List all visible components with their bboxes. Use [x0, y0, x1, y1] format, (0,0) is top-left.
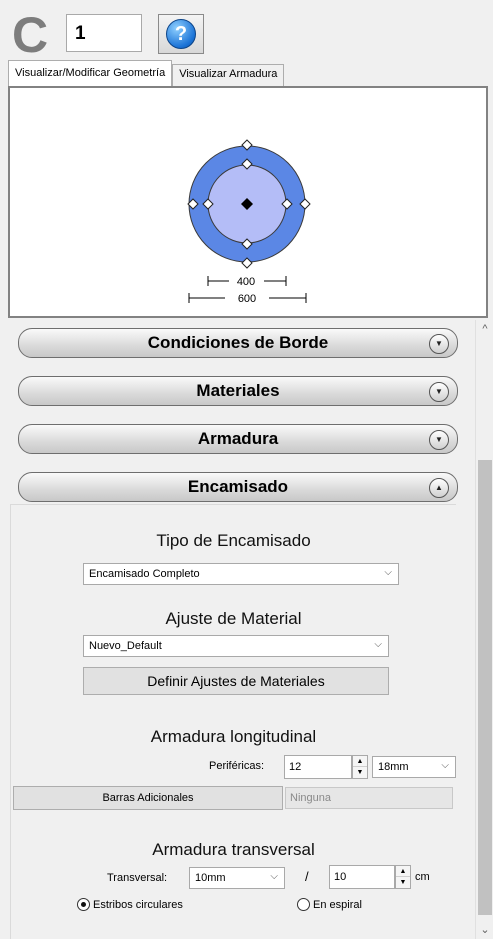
stepper-up-icon[interactable]: ▲ — [353, 756, 367, 767]
scroll-down-icon[interactable]: ⌄ — [476, 921, 493, 939]
spacing-unit: cm — [415, 871, 430, 883]
section-label: Materiales — [196, 381, 280, 400]
ajuste-material-value: Nuevo_Default — [89, 640, 162, 652]
radio-selected-icon — [77, 898, 90, 911]
stepper-down-icon[interactable]: ▼ — [396, 877, 410, 888]
armadura-transversal-heading: Armadura transversal — [152, 840, 315, 859]
radio-unselected-icon — [297, 898, 310, 911]
chevron-down-icon: ⌵ — [270, 871, 278, 882]
tipo-encamisado-heading: Tipo de Encamisado — [156, 531, 311, 550]
radio-label: En espiral — [313, 898, 362, 911]
tab-geometry[interactable]: Visualizar/Modificar Geometría — [8, 60, 173, 86]
chevron-down-icon: ▼ — [429, 382, 449, 402]
transversal-label: Transversal: — [107, 872, 168, 884]
stepper-down-icon[interactable]: ▼ — [353, 767, 367, 778]
vertical-scrollbar[interactable]: ^ ⌄ — [475, 320, 493, 939]
barras-adicionales-button[interactable]: Barras Adicionales — [13, 786, 283, 810]
perifericas-count-input[interactable]: 12 — [284, 755, 352, 779]
tipo-encamisado-select[interactable]: Encamisado Completo ⌵ — [83, 563, 399, 585]
ajuste-material-select[interactable]: Nuevo_Default ⌵ — [83, 635, 389, 657]
chevron-down-icon: ▼ — [429, 430, 449, 450]
radio-estribos-circulares[interactable]: Estribos circulares — [77, 898, 183, 911]
scroll-thumb[interactable] — [478, 460, 492, 915]
element-id-field[interactable]: 1 — [66, 14, 142, 52]
spacing-input[interactable]: 10 — [329, 865, 395, 889]
section-label: Armadura — [197, 429, 279, 448]
armadura-longitudinal-heading: Armadura longitudinal — [150, 727, 317, 746]
transversal-diameter-value: 10mm — [195, 872, 226, 884]
section-encamisado[interactable]: Encamisado ▲ — [18, 472, 458, 502]
ajuste-material-heading: Ajuste de Material — [165, 609, 302, 628]
spacing-separator: / — [305, 869, 309, 884]
tab-reinforcement[interactable]: Visualizar Armadura — [172, 64, 285, 86]
properties-scroll-area: Condiciones de Borde ▼ Materiales ▼ Arma… — [8, 320, 493, 939]
perifericas-label: Periféricas: — [209, 760, 265, 772]
chevron-down-icon: ⌵ — [384, 567, 392, 578]
definir-ajustes-button[interactable]: Definir Ajustes de Materiales — [83, 667, 389, 695]
outer-dimension-label: 600 — [238, 293, 256, 305]
section-label: Encamisado — [187, 477, 289, 496]
perifericas-diameter-select[interactable]: 18mm ⌵ — [372, 756, 456, 778]
inner-dimension-label: 400 — [237, 276, 255, 288]
view-tabs: Visualizar/Modificar Geometría Visualiza… — [8, 60, 285, 86]
chevron-down-icon: ▼ — [429, 334, 449, 354]
radio-en-espiral[interactable]: En espiral — [297, 898, 362, 911]
perifericas-stepper[interactable]: ▲ ▼ — [352, 755, 368, 779]
chevron-up-icon: ▲ — [429, 478, 449, 498]
encamisado-panel: Tipo de Encamisado Encamisado Completo ⌵… — [10, 504, 456, 939]
geometry-viewport[interactable]: 400 600 — [8, 86, 488, 318]
section-materiales[interactable]: Materiales ▼ — [18, 376, 458, 406]
perifericas-diameter-value: 18mm — [378, 761, 409, 773]
radio-label: Estribos circulares — [93, 898, 183, 911]
question-icon: ? — [166, 19, 196, 49]
section-label: Condiciones de Borde — [147, 333, 329, 352]
tipo-encamisado-value: Encamisado Completo — [89, 568, 200, 580]
chevron-down-icon: ⌵ — [441, 760, 449, 771]
element-type-letter: C — [12, 7, 49, 63]
section-armadura[interactable]: Armadura ▼ — [18, 424, 458, 454]
scroll-up-icon[interactable]: ^ — [476, 320, 493, 338]
transversal-diameter-select[interactable]: 10mm ⌵ — [189, 867, 285, 889]
stepper-up-icon[interactable]: ▲ — [396, 866, 410, 877]
chevron-down-icon: ⌵ — [374, 639, 382, 650]
section-condiciones-de-borde[interactable]: Condiciones de Borde ▼ — [18, 328, 458, 358]
spacing-stepper[interactable]: ▲ ▼ — [395, 865, 411, 889]
help-button[interactable]: ? — [158, 14, 204, 54]
barras-adicionales-value: Ninguna — [285, 787, 453, 809]
